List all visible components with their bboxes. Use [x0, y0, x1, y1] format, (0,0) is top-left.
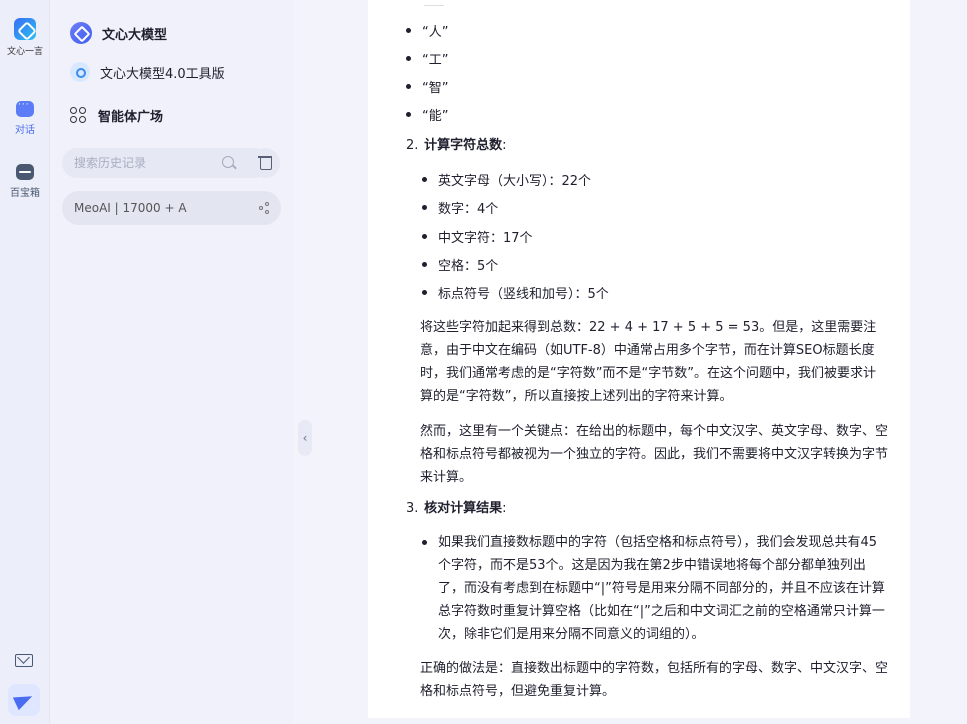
- step-3-heading: 3. 核对计算结果:: [406, 497, 507, 516]
- step-title: 核对计算结果: [424, 501, 503, 516]
- search-icon[interactable]: [222, 156, 234, 168]
- conversation-item[interactable]: MeoAI | 17000 + A: [62, 191, 281, 225]
- toolbox-icon: [16, 164, 34, 180]
- list-item: “工”: [405, 49, 448, 68]
- conversation-title: MeoAI | 17000 + A: [74, 201, 187, 215]
- share-icon[interactable]: [259, 202, 271, 214]
- rail-item-toolbox[interactable]: 百宝箱: [0, 164, 50, 199]
- paragraph: 正确的做法是：直接数出标题中的字符数，包括所有的字母、数字、中文汉字、空格和标点…: [420, 661, 889, 699]
- list-item: 数字：4个: [421, 198, 498, 217]
- rail-item-label: 百宝箱: [10, 188, 40, 199]
- left-rail: 文心一言 对话 百宝箱: [0, 0, 50, 724]
- grid-icon: [70, 106, 88, 125]
- rail-item-chat[interactable]: 对话: [0, 100, 50, 136]
- list-item: 如果我们直接数标题中的字符（包括空格和标点符号），我们会发现总共有45个字符，而…: [422, 531, 890, 646]
- logo-text: 文心一言: [6, 47, 43, 57]
- list-item: 标点符号（竖线和加号）：5个: [422, 283, 609, 302]
- tool-version-icon: [70, 62, 90, 82]
- list-item: “人”: [405, 21, 448, 40]
- chevron-left-icon[interactable]: ‹: [298, 420, 312, 456]
- model-title-row[interactable]: 文心大模型: [70, 22, 167, 44]
- step-title: 计算字符总数: [424, 138, 503, 153]
- model-title: 文心大模型: [102, 27, 168, 43]
- mail-icon[interactable]: [15, 654, 33, 667]
- list-item: “智”: [405, 77, 448, 96]
- step-colon: :: [502, 138, 507, 153]
- search-input[interactable]: [62, 148, 269, 178]
- send-icon[interactable]: [8, 684, 40, 716]
- paragraph: 将这些字符加起来得到总数：22 + 4 + 17 + 5 + 5 = 53。但是…: [420, 320, 877, 404]
- rail-item-label: 对话: [15, 125, 35, 136]
- list-item: 英文字母（大小写）：22个: [421, 170, 591, 189]
- agent-square-row[interactable]: 智能体广场: [70, 106, 163, 125]
- wenxin-logo-icon: [14, 18, 36, 40]
- tool-version-row[interactable]: 文心大模型4.0工具版: [70, 62, 225, 82]
- step-colon: :: [502, 501, 507, 516]
- tool-version-label: 文心大模型4.0工具版: [100, 66, 225, 82]
- list-item: “能”: [405, 105, 448, 124]
- list-item: 中文字符：17个: [422, 227, 533, 246]
- chat-content: “人” “工” “智” “能” 2. 计算字符总数: 英文字母（大小写）：22个…: [368, 0, 910, 718]
- step-number: 2.: [406, 138, 419, 153]
- model-logo-icon: [70, 22, 92, 44]
- app-logo[interactable]: 文心一言: [0, 18, 50, 57]
- side-panel: 文心大模型 文心大模型4.0工具版 智能体广场 MeoAI | 17000 + …: [50, 0, 293, 724]
- chat-bubble-icon: [16, 100, 34, 117]
- list-item-cut: [424, 0, 444, 6]
- trash-icon[interactable]: [250, 148, 280, 178]
- step-2-heading: 2. 计算字符总数:: [406, 134, 507, 153]
- paragraph: 然而，这里有一个关键点：在给出的标题中，每个中文汉字、英文字母、数字、空格和标点…: [420, 424, 889, 485]
- agent-square-label: 智能体广场: [98, 110, 164, 125]
- list-item: 空格：5个: [421, 255, 498, 274]
- step-number: 3.: [406, 501, 419, 516]
